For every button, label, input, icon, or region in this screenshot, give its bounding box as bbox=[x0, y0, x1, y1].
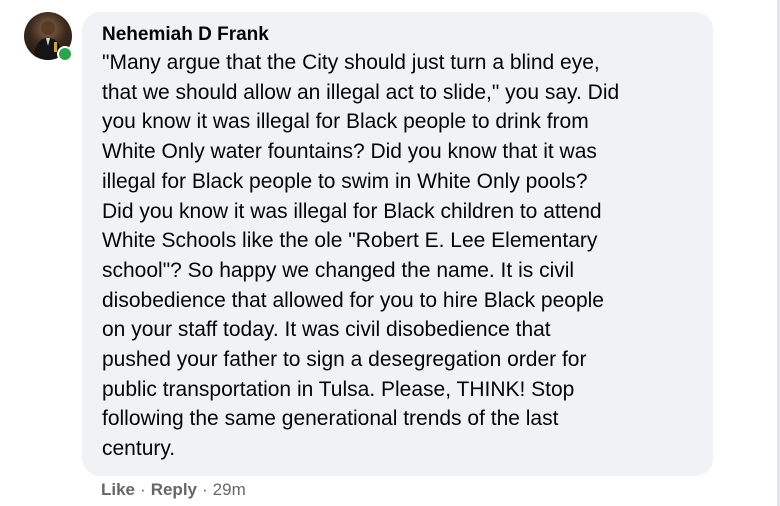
reply-button[interactable]: Reply bbox=[151, 480, 197, 499]
comment-actions: Like · Reply · 29m bbox=[101, 479, 246, 501]
online-status-indicator bbox=[57, 46, 73, 62]
comment-author[interactable]: Nehemiah D Frank bbox=[102, 23, 697, 47]
avatar[interactable] bbox=[24, 12, 73, 62]
comment-text: "Many argue that the City should just tu… bbox=[102, 51, 620, 461]
separator-dot: · bbox=[202, 480, 208, 499]
like-button[interactable]: Like bbox=[101, 480, 135, 499]
comment-bubble: Nehemiah D Frank "Many argue that the Ci… bbox=[82, 12, 713, 476]
comment-timestamp[interactable]: 29m bbox=[213, 480, 246, 499]
separator-dot: · bbox=[140, 480, 146, 499]
